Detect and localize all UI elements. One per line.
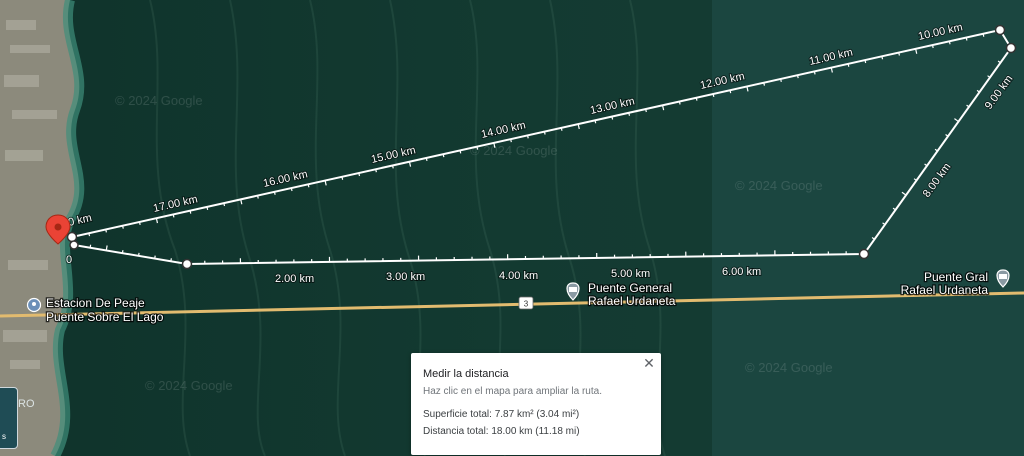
distance-tick [965, 37, 968, 41]
distance-tick [189, 210, 192, 214]
distance-tick [105, 245, 108, 251]
distance-tick [206, 206, 209, 210]
distance-tick [645, 108, 647, 113]
distance-tick [763, 82, 766, 86]
distance-tick [88, 233, 91, 237]
distance-tick [712, 93, 715, 98]
layers-chip-label: s [2, 432, 6, 441]
distance-tick [341, 176, 344, 180]
road-shield: 3 [518, 296, 534, 310]
distance-tick [982, 33, 985, 37]
distance-tick [898, 52, 901, 56]
water-tile-east [712, 0, 1024, 456]
watermark-text: © 2024 Google [735, 178, 823, 193]
place-toll-station[interactable]: Estacion De Peaje Puente Sobre El Lago [26, 295, 165, 325]
distance-tick [881, 56, 884, 60]
distance-tick [695, 97, 698, 101]
route-vertex [66, 231, 78, 243]
route-vertex [1005, 42, 1017, 54]
distance-tick [476, 146, 479, 150]
distance-tick [780, 78, 782, 82]
distance-tick [391, 165, 394, 169]
distance-tick [510, 139, 512, 143]
total-area: Superficie total: 7.87 km² (3.04 mi²) [423, 409, 580, 420]
distance-tick [375, 169, 377, 173]
distance-tick [594, 120, 597, 124]
distance-tick [425, 157, 428, 162]
road-shield-number: 3 [524, 300, 529, 309]
distance-tick [307, 184, 310, 188]
distance-tick [122, 225, 124, 229]
start-label: 0 [66, 254, 72, 266]
route-vertex [181, 258, 193, 270]
distance-tick [543, 131, 546, 135]
distance-label: 5.00 km [611, 268, 650, 280]
route-vertex [69, 240, 79, 250]
place-label: Rafael Urdaneta [588, 294, 676, 308]
distance-tick [290, 187, 293, 192]
distance-tick [813, 71, 816, 75]
watermark-text: © 2024 Google [115, 93, 203, 108]
distance-tick [257, 195, 259, 199]
distance-tick [172, 214, 175, 218]
route-vertex [858, 248, 870, 260]
close-icon[interactable]: ✕ [641, 355, 657, 371]
distance-tick [358, 172, 361, 177]
place-label: Puente Gral [924, 270, 988, 284]
place-label: Puente Sobre El Lago [46, 310, 164, 324]
distance-tick [105, 229, 107, 233]
distance-tick [273, 191, 276, 195]
route-vertex [994, 24, 1006, 36]
distance-tick [459, 150, 462, 154]
place-label: Estacion De Peaje [46, 296, 145, 310]
distance-tick [628, 112, 631, 116]
distance-label: 6.00 km [722, 266, 761, 278]
distance-tick [729, 90, 732, 94]
side-label: RO [18, 398, 35, 410]
card-title: Medir la distancia [423, 368, 509, 380]
layers-chip[interactable]: s [0, 387, 18, 449]
distance-label: 4.00 km [499, 270, 538, 282]
place-label: Rafael Urdaneta [901, 283, 989, 297]
distance-tick [847, 63, 850, 67]
distance-tick [864, 59, 867, 64]
distance-tick [526, 135, 529, 139]
distance-tick [678, 101, 681, 105]
card-hint: Haz clic en el mapa para ampliar la ruta… [423, 386, 602, 397]
measure-distance-card: Medir la distancia ✕ Haz clic en el mapa… [411, 353, 661, 455]
distance-tick [948, 41, 951, 45]
distance-tick [931, 44, 934, 49]
pin-icon [26, 297, 42, 313]
watermark-text: © 2024 Google [145, 378, 233, 393]
distance-tick [796, 75, 799, 79]
distance-tick [560, 127, 563, 131]
distance-tick [138, 221, 141, 226]
place-label: Puente General [588, 281, 672, 295]
distance-tick [223, 202, 226, 207]
total-distance: Distancia total: 18.00 km (11.18 mi) [423, 426, 580, 437]
distance-label: 3.00 km [386, 271, 425, 283]
distance-tick [442, 154, 445, 158]
distance-label: 2.00 km [275, 273, 314, 285]
watermark-text: © 2024 Google [745, 360, 833, 375]
distance-tick [611, 116, 614, 120]
